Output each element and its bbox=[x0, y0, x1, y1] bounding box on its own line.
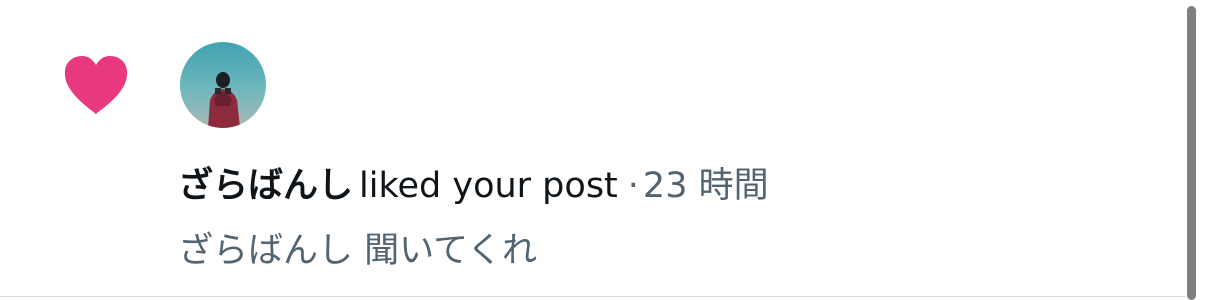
username[interactable]: ざらばんし bbox=[178, 166, 353, 206]
separator-dot: · bbox=[627, 166, 639, 206]
divider bbox=[0, 296, 1186, 297]
timestamp: 23 時間 bbox=[642, 166, 769, 206]
action-text: liked your post bbox=[359, 166, 618, 206]
notification-item[interactable]: ざらばんし liked your post · 23 時間 ざらばんし 聞いてくれ bbox=[0, 0, 1206, 300]
heart-icon bbox=[62, 54, 130, 116]
scrollbar-thumb[interactable] bbox=[1187, 6, 1196, 300]
notification-text: ざらばんし liked your post · 23 時間 bbox=[178, 164, 769, 208]
post-preview[interactable]: ざらばんし 聞いてくれ bbox=[178, 229, 537, 273]
avatar[interactable] bbox=[180, 42, 266, 128]
